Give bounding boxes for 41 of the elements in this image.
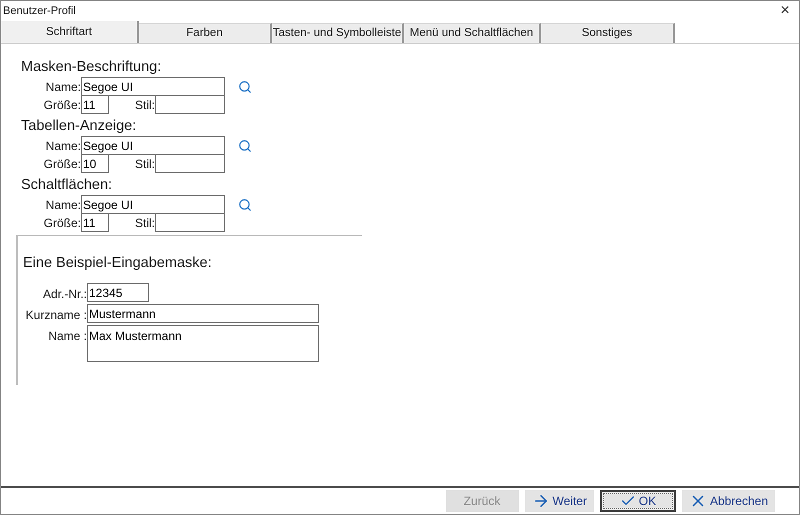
field-label: Name : <box>47 328 87 345</box>
input-field[interactable] <box>155 95 225 114</box>
input-field[interactable]: Mustermann <box>87 304 319 323</box>
close-button[interactable]: × <box>773 2 797 20</box>
next-button[interactable]: Weiter <box>524 490 594 512</box>
input-field[interactable]: Segoe UI <box>81 136 225 155</box>
search-icon[interactable] <box>238 138 252 152</box>
field-label: Stil: <box>134 214 155 232</box>
section-heading: Masken-Beschriftung: <box>21 58 162 77</box>
tab[interactable]: Menü und Schaltflächen <box>404 23 541 43</box>
search-icon[interactable] <box>238 198 252 212</box>
field-label: Größe: <box>42 96 81 114</box>
input-field[interactable]: 11 <box>81 213 109 232</box>
input-field[interactable]: Segoe UI <box>81 195 225 214</box>
input-field[interactable]: 11 <box>81 95 109 114</box>
search-icon[interactable] <box>238 80 252 94</box>
input-field[interactable]: Max Mustermann <box>87 325 319 362</box>
field-label: Größe: <box>42 214 81 232</box>
field-label: Größe: <box>42 156 81 172</box>
tab[interactable]: Schriftart <box>1 21 139 43</box>
field-label: Adr.-Nr.: <box>42 286 87 303</box>
cancel-button[interactable]: Abbrechen <box>682 490 775 512</box>
field-label: Stil: <box>134 96 155 114</box>
field-label: Name: <box>44 78 81 96</box>
input-field[interactable] <box>155 213 225 232</box>
field-label: Name: <box>44 138 81 154</box>
field-label: Kurzname : <box>24 307 87 324</box>
input-field[interactable]: 12345 <box>87 283 149 302</box>
field-label: Name: <box>44 196 81 214</box>
section-heading: Eine Beispiel-Eingabemaske: <box>23 254 213 273</box>
input-field[interactable]: Segoe UI <box>81 77 225 96</box>
tab[interactable]: Sonstiges <box>541 23 675 43</box>
ok-button[interactable]: OK <box>600 490 676 512</box>
tab[interactable]: Farben <box>139 23 272 43</box>
input-field[interactable] <box>155 154 225 173</box>
field-label: Stil: <box>134 156 155 172</box>
section-heading: Tabellen-Anzeige: <box>21 117 138 136</box>
window-title: Benutzer-Profil <box>3 4 76 19</box>
section-heading: Schaltflächen: <box>21 176 114 195</box>
tab[interactable]: Tasten- und Symbolleiste <box>272 23 404 43</box>
input-field[interactable]: 10 <box>81 154 109 173</box>
